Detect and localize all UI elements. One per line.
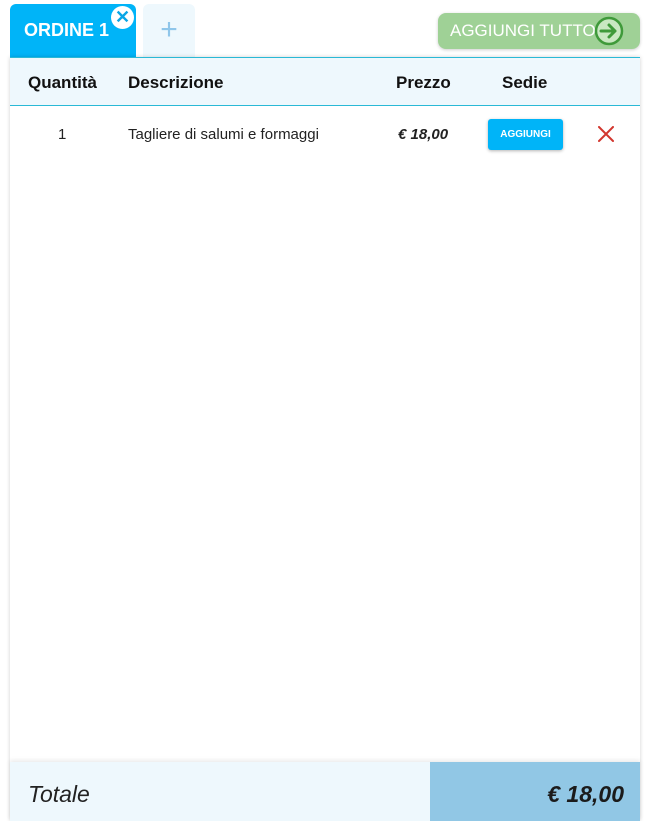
header-description: Descrizione	[128, 73, 224, 92]
total-label-area: Totale	[10, 762, 430, 821]
add-seat-button[interactable]: AGGIUNGI	[488, 119, 563, 150]
total-bar: Totale € 18,00	[10, 762, 640, 821]
row-description: Tagliere di salumi e formaggi	[128, 126, 319, 143]
order-panel: Quantità Descrizione Prezzo Sedie 1 Tagl…	[10, 57, 640, 821]
add-all-label: AGGIUNGI TUTTO	[450, 21, 596, 40]
arrow-right-circle-icon[interactable]	[594, 16, 624, 46]
table-row: 1 Tagliere di salumi e formaggi € 18,00 …	[10, 106, 640, 162]
tab-close-icon[interactable]: ✕	[111, 6, 134, 29]
total-value-area: € 18,00	[430, 762, 640, 821]
table-header: Quantità Descrizione Prezzo Sedie	[10, 57, 640, 106]
close-icon[interactable]	[598, 126, 614, 142]
row-quantity: 1	[58, 126, 67, 143]
row-price: € 18,00	[398, 126, 449, 143]
header-seats: Sedie	[502, 73, 548, 92]
total-label: Totale	[28, 781, 90, 807]
total-value: € 18,00	[547, 781, 624, 807]
header-quantity: Quantità	[28, 73, 97, 92]
tab-label: ORDINE 1	[24, 20, 110, 40]
header-price: Prezzo	[396, 73, 451, 92]
add-tab-button[interactable]: +	[143, 4, 195, 57]
